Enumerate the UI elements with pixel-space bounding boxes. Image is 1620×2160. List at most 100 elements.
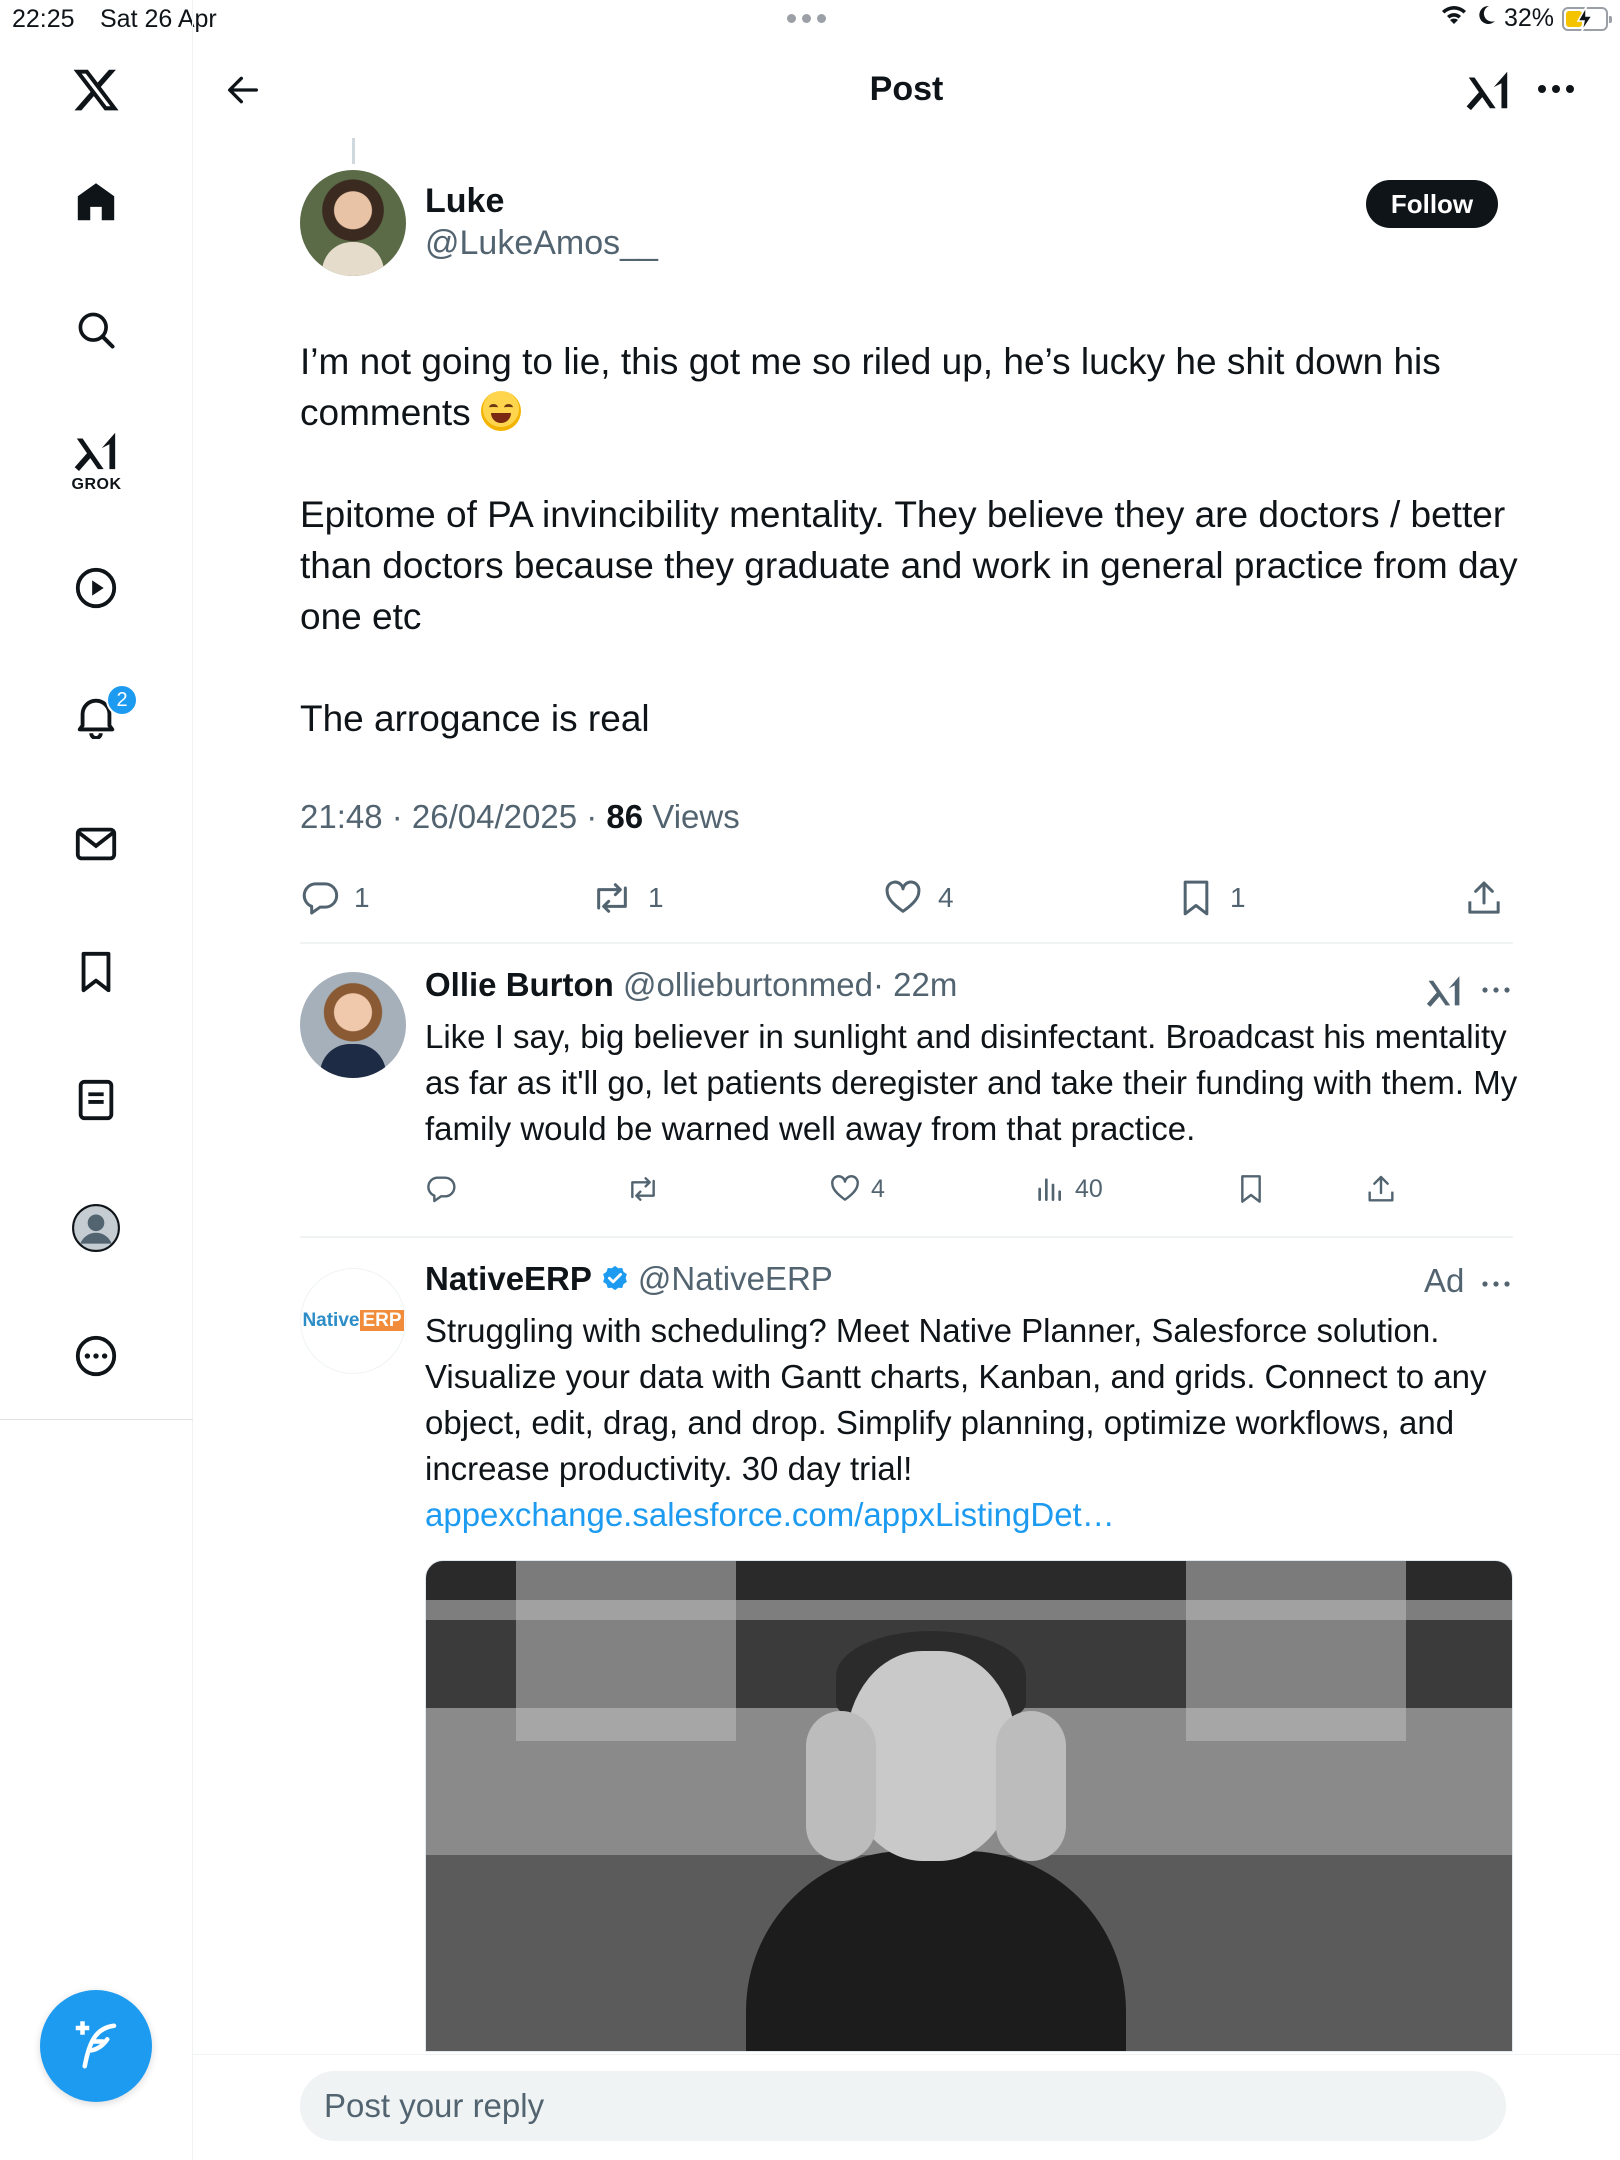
compose-post-icon [75,2021,117,2069]
sidebar-divider [0,1419,193,1420]
reply-count: 1 [354,882,370,913]
views-count: 86 [606,798,644,835]
battery-percent: 32% [1503,4,1554,32]
divider [300,1236,1513,1238]
heart-icon [885,880,921,913]
ad-more-button[interactable] [1478,1266,1514,1302]
home-icon [77,183,115,221]
author-avatar[interactable] [300,170,406,276]
sidebar-item-videos[interactable] [66,558,126,618]
ad-body: Struggling with scheduling? Meet Native … [425,1312,1487,1487]
ad-avatar[interactable]: Native ERP [300,1268,406,1374]
share-button[interactable] [1464,870,1504,926]
reply-icon [427,1176,456,1203]
reply-views-button[interactable]: 40 [1033,1166,1103,1212]
reply-text: Like I say, big believer in sunlight and… [425,1018,1518,1147]
reply-avatar[interactable] [300,972,406,1078]
nativeerp-logo: Native ERP [302,1310,404,1331]
reply-share-button[interactable] [1365,1166,1397,1212]
sidebar-item-more[interactable] [66,1326,126,1386]
like-button[interactable]: 4 [882,870,954,926]
envelope-icon [75,827,117,861]
ad-header: NativeERP @NativeERP [425,1260,833,1298]
reply-like-button[interactable]: 4 [829,1166,885,1212]
notification-badge: 2 [106,684,138,716]
bookmark-icon [81,951,111,993]
reply-like-count: 4 [871,1174,885,1203]
grok-explain-button[interactable] [1463,64,1513,114]
post-header: Post [193,40,1620,140]
ad-text: Struggling with scheduling? Meet Native … [425,1308,1525,1538]
more-horizontal-icon [1482,1281,1510,1287]
multitasking-dots-icon[interactable] [787,14,826,23]
sidebar-item-profile[interactable] [66,1198,126,1258]
divider [300,942,1513,944]
sidebar-item-bookmarks[interactable] [66,942,126,1002]
sidebar-item-messages[interactable] [66,814,126,874]
reply-button[interactable]: 1 [300,870,370,926]
share-icon [1468,881,1500,914]
reply-author-name[interactable]: Ollie Burton [425,966,614,1003]
repost-icon [631,1177,655,1201]
sidebar-item-explore[interactable] [66,300,126,360]
verified-badge-icon [603,1265,627,1291]
reply-header: Ollie Burton @ollieburtonmed· 22m [425,966,957,1004]
post-meta: 21:48 · 26/04/2025 · 86 Views [300,798,740,836]
grok-icon [1426,976,1460,1007]
ad-video-thumbnail[interactable] [425,1560,1513,2052]
follow-button[interactable]: Follow [1366,180,1498,228]
ad-link[interactable]: appexchange.salesforce.com/appxListingDe… [425,1496,1115,1533]
bookmark-icon [1241,1175,1261,1203]
reply-author-handle[interactable]: @ollieburtonmed [623,966,873,1003]
thread-line [352,138,355,164]
reply-actions: 4 40 [425,1166,1525,1212]
author-handle[interactable]: @LukeAmos__ [425,224,658,263]
wifi-icon [1440,4,1468,33]
sidebar: GROK 2 [0,0,193,2160]
bookmark-icon [1183,880,1209,916]
sidebar-item-lists[interactable] [66,1070,126,1130]
reply-composer: Post your reply [193,2054,1620,2160]
reply-bookmark-button[interactable] [1235,1166,1267,1212]
search-icon [78,312,115,349]
x-logo-icon[interactable] [66,60,126,120]
reply-more-button[interactable] [1478,972,1514,1008]
laughing-emoji-icon [480,391,521,431]
repost-button[interactable]: 1 [590,870,664,926]
ad-author-handle[interactable]: @NativeERP [638,1260,833,1298]
header-more-button[interactable] [1531,64,1581,114]
post-text-line-2: Epitome of PA invincibility mentality. T… [300,494,1518,637]
grok-label: GROK [71,476,122,493]
reply-grok-button[interactable] [1424,970,1464,1010]
reply-icon [302,882,339,915]
compose-post-button[interactable] [40,1990,152,2102]
moon-icon [1476,4,1496,33]
reply-input[interactable]: Post your reply [300,2071,1506,2141]
reply-repost-button[interactable] [625,1166,661,1212]
page-title: Post [869,70,944,108]
status-right: 32% [1440,4,1612,33]
repost-icon [597,883,627,913]
heart-icon [831,1175,859,1201]
ad-image-person [726,1631,1146,2051]
author-name[interactable]: Luke [425,182,504,221]
share-icon [1368,1175,1394,1202]
post-timestamp[interactable]: 21:48 · 26/04/2025 · [300,798,606,835]
list-icon [78,1079,114,1121]
views-label: Views [643,798,740,835]
reply-view-count: 40 [1075,1174,1103,1203]
more-horizontal-icon [1538,85,1574,93]
sidebar-item-home[interactable] [66,173,126,233]
post-actions: 1 1 4 1 [300,870,1510,926]
ad-author-name[interactable]: NativeERP [425,1260,592,1298]
reply-time[interactable]: · 22m [873,966,957,1003]
battery-icon [1562,5,1612,31]
views-chart-icon [1038,1178,1061,1201]
reply-reply-button[interactable] [425,1166,457,1212]
ad-tag: Ad [1424,1262,1465,1299]
bookmark-button[interactable]: 1 [1176,870,1246,926]
sidebar-item-grok[interactable] [66,420,126,480]
more-circle-icon [75,1335,117,1377]
like-count: 4 [938,882,954,913]
status-bar: 22:25 Sat 26 Apr 32% [0,0,1620,40]
